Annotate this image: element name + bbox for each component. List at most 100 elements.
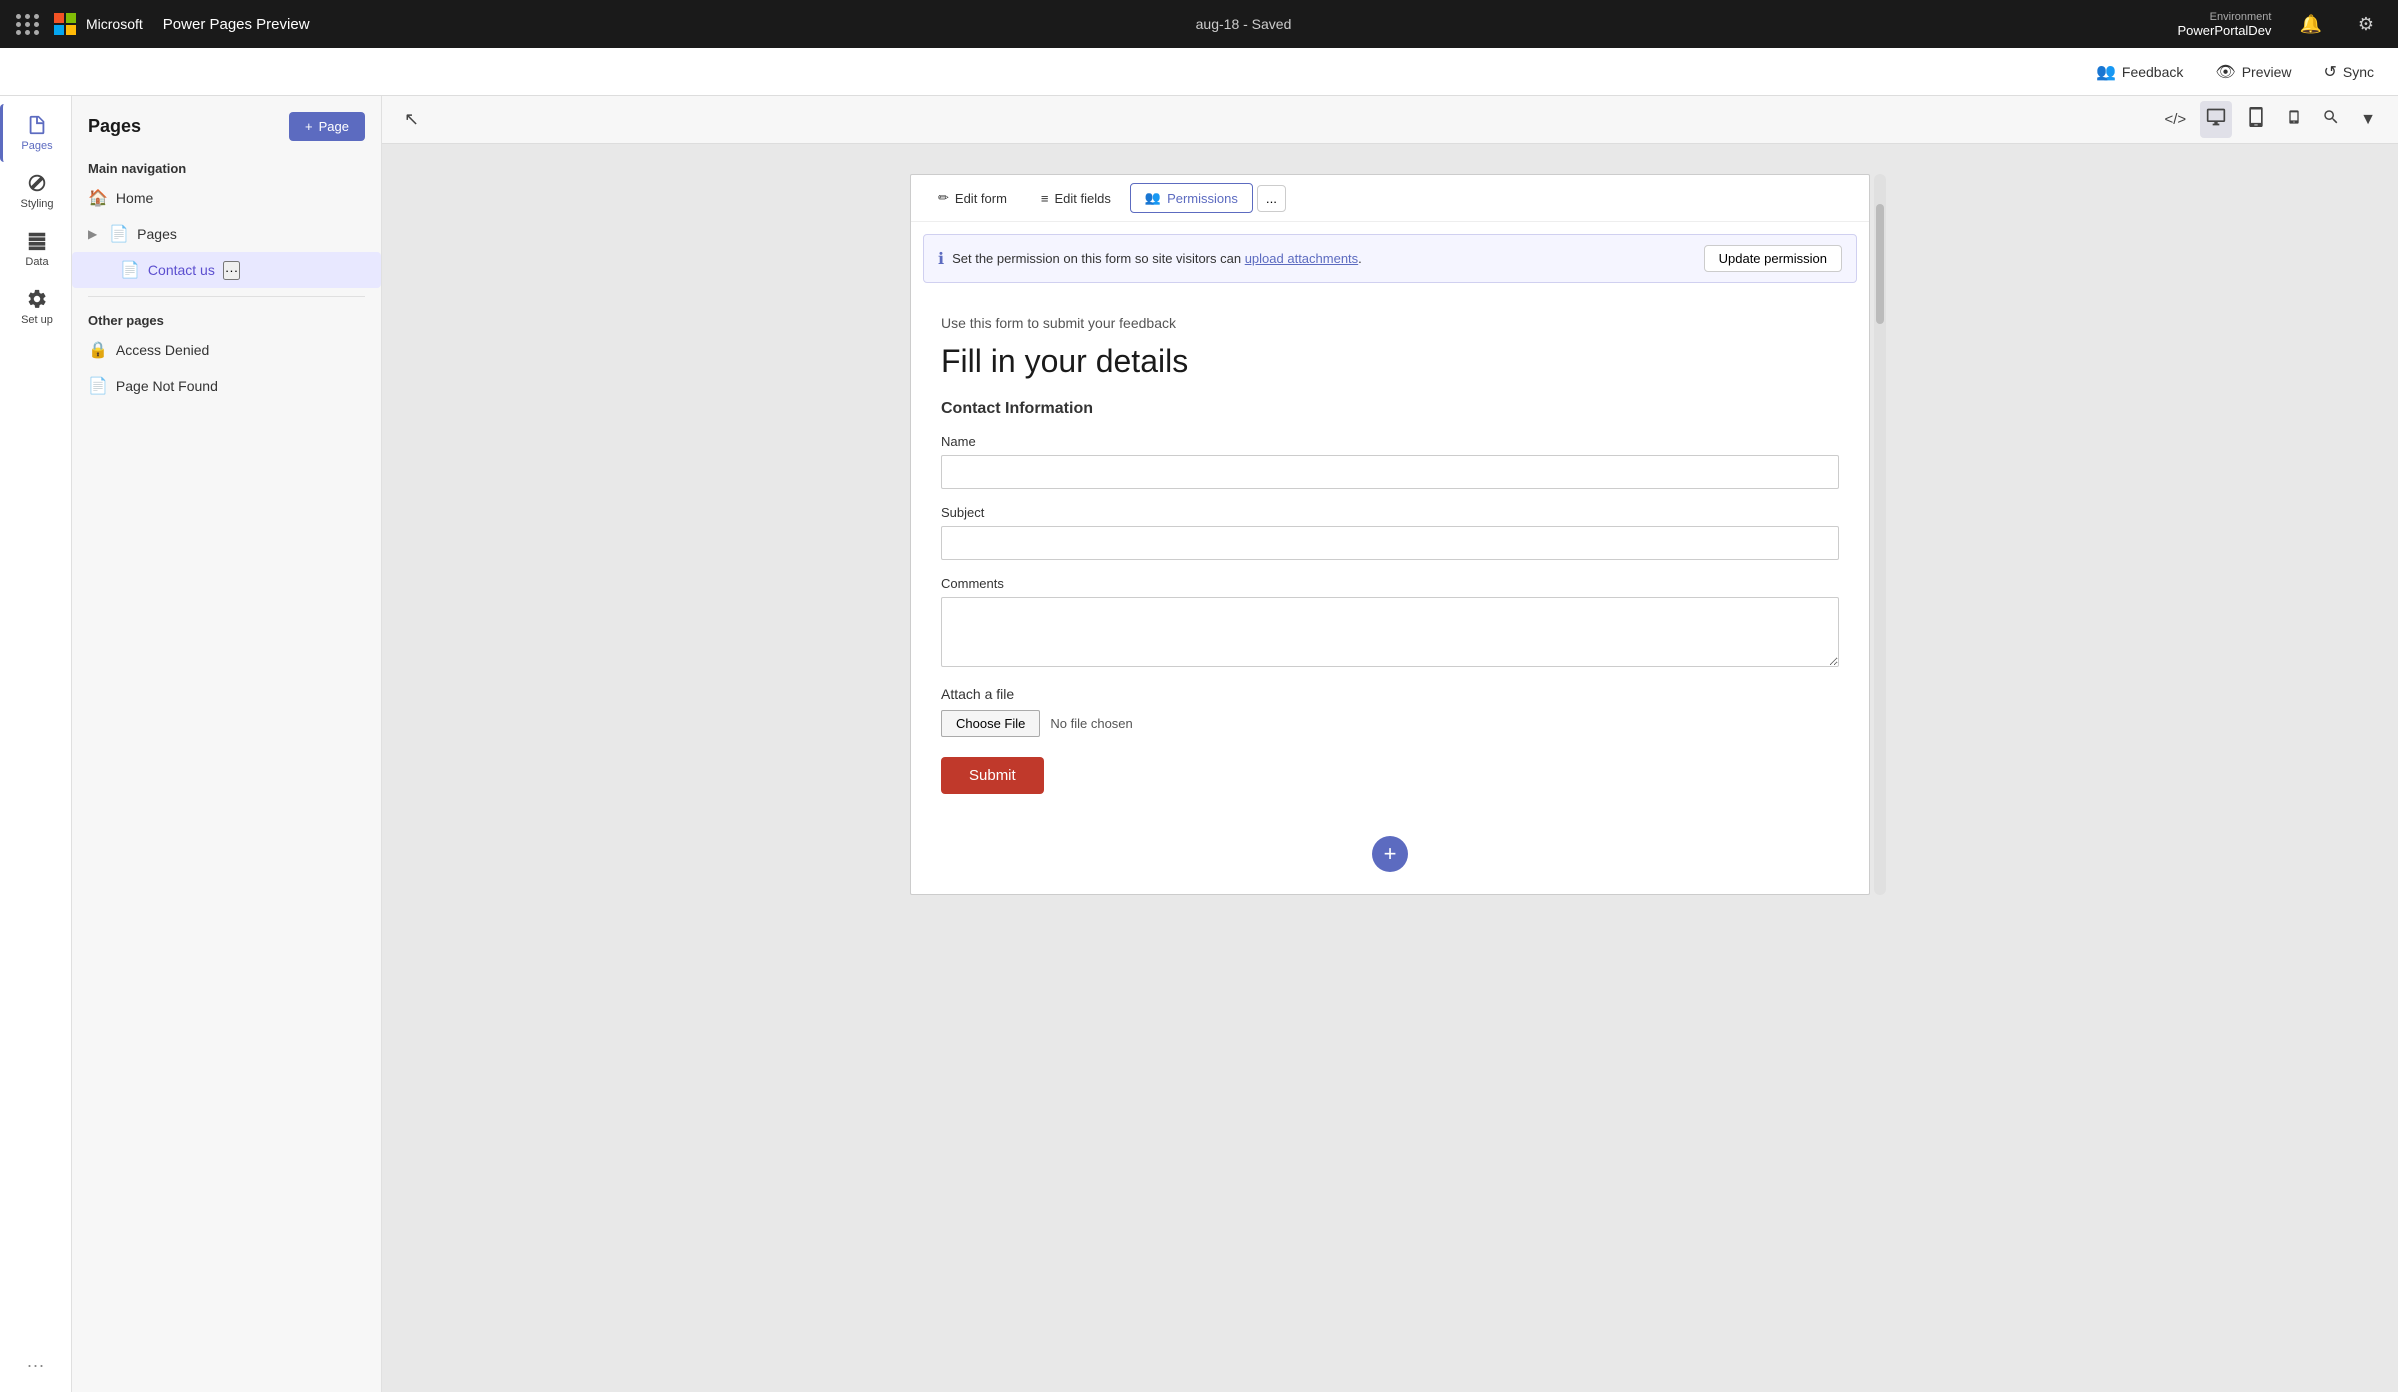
- form-tab-more-button[interactable]: ...: [1257, 185, 1286, 212]
- upload-attachments-link[interactable]: upload attachments: [1245, 251, 1358, 266]
- styling-sidebar-label: Styling: [20, 198, 53, 210]
- tablet-icon: [2246, 107, 2266, 132]
- zoom-dropdown-button[interactable]: ▼: [2354, 105, 2382, 135]
- ms-label: Microsoft: [86, 16, 143, 32]
- feedback-button[interactable]: 👥 Feedback: [2088, 58, 2191, 86]
- update-permission-button[interactable]: Update permission: [1704, 245, 1842, 272]
- name-field: Name: [941, 434, 1839, 489]
- gear-icon: ⚙: [2358, 14, 2374, 35]
- permissions-tab[interactable]: 👥 Permissions: [1130, 183, 1253, 213]
- sync-button[interactable]: ↺ Sync: [2315, 58, 2382, 86]
- sidebar-more-button[interactable]: ···: [27, 1355, 45, 1392]
- pages-panel-title: Pages: [88, 116, 141, 137]
- app-grid-icon[interactable]: [16, 14, 40, 35]
- page-scrollthumb: [1876, 204, 1884, 324]
- sync-label: Sync: [2343, 64, 2374, 80]
- cursor-tool-button[interactable]: ↖: [398, 103, 425, 136]
- more-dots-icon: ···: [27, 1355, 45, 1375]
- comments-textarea[interactable]: [941, 597, 1839, 667]
- nav-item-contact-us[interactable]: 📄 Contact us ···: [72, 252, 381, 288]
- add-section-button[interactable]: +: [1372, 836, 1408, 872]
- topbar: Microsoft Power Pages Preview aug-18 - S…: [0, 0, 2398, 48]
- comments-field: Comments: [941, 576, 1839, 670]
- setup-icon: [26, 288, 48, 310]
- permission-banner: ℹ Set the permission on this form so sit…: [923, 234, 1857, 283]
- form-main-title: Fill in your details: [941, 343, 1839, 380]
- nav-divider: [88, 296, 365, 297]
- nav-item-page-not-found[interactable]: 📄 Page Not Found: [72, 368, 381, 404]
- edit-fields-tab[interactable]: ≡ Edit fields: [1026, 184, 1126, 213]
- name-input[interactable]: [941, 455, 1839, 489]
- home-icon: 🏠: [88, 188, 108, 208]
- add-page-button[interactable]: + Page: [289, 112, 365, 141]
- notifications-button[interactable]: 🔔: [2291, 10, 2329, 39]
- edit-fields-label: Edit fields: [1055, 191, 1111, 206]
- more-options-icon: ...: [1266, 191, 1277, 206]
- nav-item-pages[interactable]: ▶ 📄 Pages: [72, 216, 381, 252]
- preview-button[interactable]: 👁 Preview: [2207, 58, 2299, 86]
- attach-section: Attach a file Choose File No file chosen: [941, 686, 1839, 737]
- page-frame: ✏ Edit form ≡ Edit fields 👥 Permissions: [910, 174, 1870, 895]
- pages-panel: Pages + Page Main navigation 🏠 Home ▶ 📄 …: [72, 96, 382, 1392]
- nav-pages-label: Pages: [137, 226, 177, 242]
- contact-us-more-button[interactable]: ···: [223, 261, 240, 280]
- attach-row: Choose File No file chosen: [941, 710, 1839, 737]
- nav-page-not-found-label: Page Not Found: [116, 378, 218, 394]
- canvas-area: ↖ </>: [382, 96, 2398, 1392]
- preview-icon: 👁: [2215, 62, 2235, 82]
- bell-icon: 🔔: [2299, 14, 2321, 35]
- microsoft-logo: [54, 13, 76, 35]
- doc-title: aug-18 - Saved: [310, 16, 2178, 32]
- chevron-right-icon: ▶: [88, 227, 97, 241]
- environment-name: PowerPortalDev: [2178, 23, 2272, 38]
- attach-label: Attach a file: [941, 686, 1839, 702]
- secondary-bar: 👥 Feedback 👁 Preview ↺ Sync: [0, 48, 2398, 96]
- sidebar-item-setup[interactable]: Set up: [0, 278, 71, 336]
- fields-icon: ≡: [1041, 191, 1049, 206]
- banner-message: Set the permission on this form so site …: [952, 251, 1362, 266]
- feedback-icon: 👥: [2096, 62, 2116, 82]
- name-label: Name: [941, 434, 1839, 449]
- setup-sidebar-label: Set up: [21, 314, 53, 326]
- code-view-button[interactable]: </>: [2158, 105, 2192, 134]
- add-page-label: Page: [319, 119, 349, 134]
- subject-input[interactable]: [941, 526, 1839, 560]
- permissions-label: Permissions: [1167, 191, 1238, 206]
- sidebar-item-styling[interactable]: Styling: [0, 162, 71, 220]
- mobile-icon: [2286, 107, 2302, 132]
- missing-page-icon: 📄: [88, 376, 108, 396]
- code-icon: </>: [2164, 111, 2186, 128]
- sidebar-item-data[interactable]: Data: [0, 220, 71, 278]
- sync-icon: ↺: [2323, 62, 2336, 82]
- styling-icon: [26, 172, 48, 194]
- permissions-icon: 👥: [1145, 190, 1161, 206]
- submit-button[interactable]: Submit: [941, 757, 1044, 794]
- nav-item-home[interactable]: 🏠 Home: [72, 180, 381, 216]
- zoom-button[interactable]: [2316, 102, 2346, 137]
- pages-panel-header: Pages + Page: [72, 112, 381, 153]
- main-nav-section-title: Main navigation: [72, 153, 381, 180]
- subject-label: Subject: [941, 505, 1839, 520]
- environment-info: Environment PowerPortalDev: [2178, 11, 2272, 38]
- app-title: Power Pages Preview: [163, 16, 310, 33]
- nav-item-access-denied[interactable]: 🔒 Access Denied: [72, 332, 381, 368]
- page-scrollbar[interactable]: [1874, 174, 1886, 895]
- sidebar-item-pages[interactable]: Pages: [0, 104, 71, 162]
- settings-button[interactable]: ⚙: [2350, 10, 2382, 39]
- form-toolbar: ✏ Edit form ≡ Edit fields 👥 Permissions: [911, 175, 1869, 222]
- mobile-view-button[interactable]: [2280, 101, 2308, 138]
- canvas-toolbar: ↖ </>: [382, 96, 2398, 144]
- choose-file-button[interactable]: Choose File: [941, 710, 1040, 737]
- no-file-text: No file chosen: [1050, 716, 1132, 731]
- edit-form-tab[interactable]: ✏ Edit form: [923, 183, 1022, 213]
- info-icon: ℹ: [938, 249, 944, 269]
- form-tab-icon: ✏: [938, 190, 949, 206]
- desktop-view-button[interactable]: [2200, 101, 2232, 138]
- feedback-label: Feedback: [2122, 64, 2183, 80]
- canvas-content: ✏ Edit form ≡ Edit fields 👥 Permissions: [382, 144, 2398, 1392]
- pages-sidebar-label: Pages: [21, 140, 52, 152]
- form-subtitle: Use this form to submit your feedback: [941, 315, 1839, 331]
- plus-circle-icon: +: [1384, 841, 1397, 867]
- tablet-view-button[interactable]: [2240, 101, 2272, 138]
- data-icon: [26, 230, 48, 252]
